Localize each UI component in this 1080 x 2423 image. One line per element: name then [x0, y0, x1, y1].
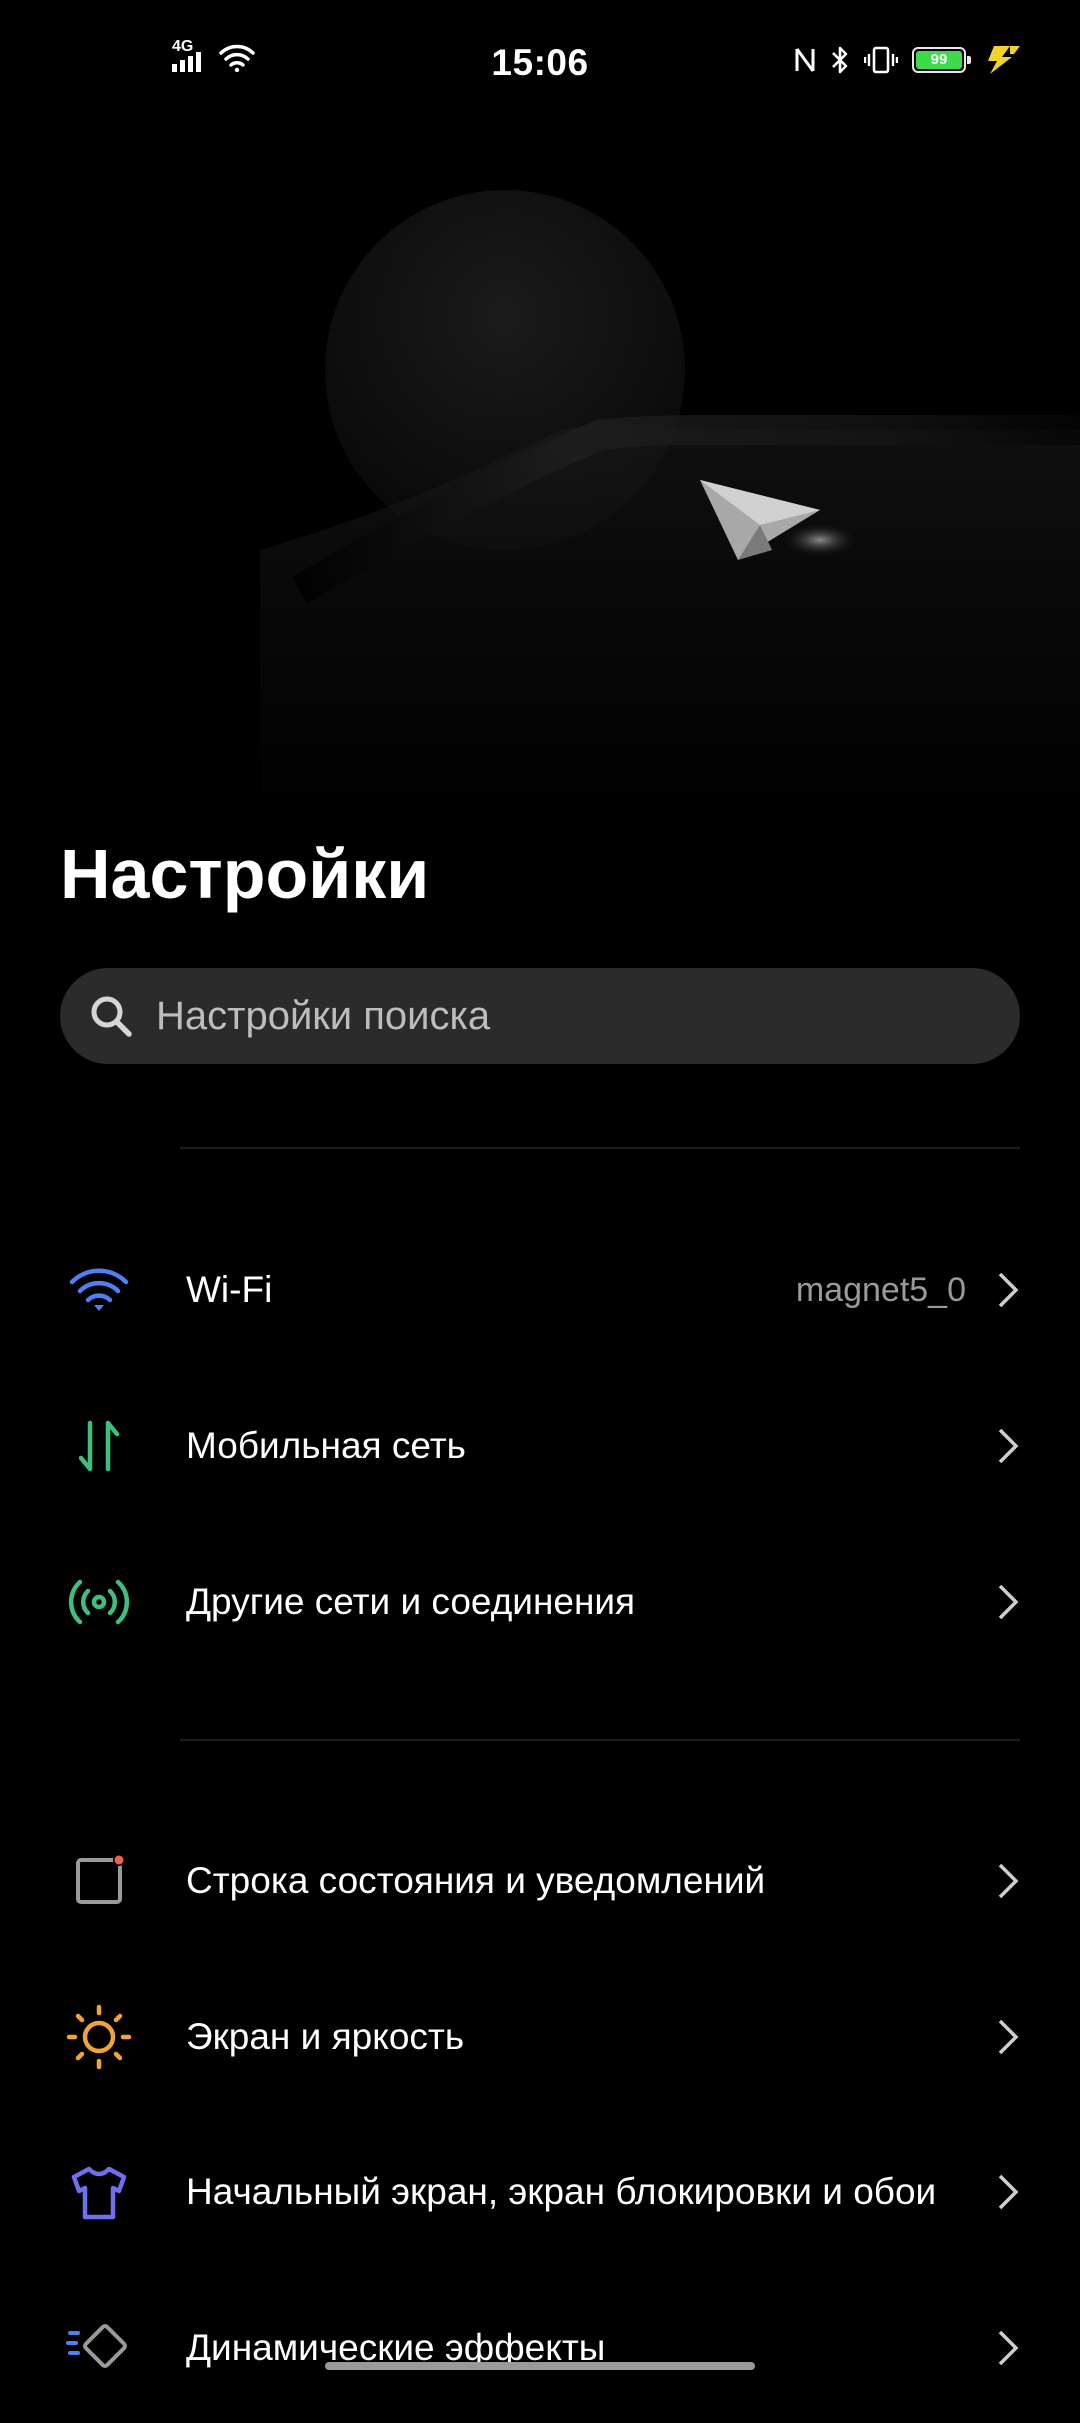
settings-item-status-bar[interactable]: Строка состояния и уведомлений: [0, 1806, 1080, 1956]
settings-item-dynamic-effects[interactable]: Динамические эффекты: [0, 2273, 1080, 2423]
wifi-icon: [64, 1255, 134, 1325]
brightness-icon: [64, 2002, 134, 2072]
chevron-right-icon: [994, 1859, 1022, 1903]
mobile-data-icon: [64, 1411, 134, 1481]
wifi-network-name: magnet5_0: [795, 1270, 966, 1309]
search-icon: [91, 996, 132, 1037]
settings-item-wifi[interactable]: Wi-Fi magnet5_0: [0, 1215, 1080, 1365]
battery-level: 99: [930, 51, 948, 68]
vibrate-icon: [864, 46, 898, 74]
status-right: 99: [794, 44, 1022, 76]
battery-icon: 99: [912, 47, 971, 73]
settings-item-label: Строка состояния и уведомлений: [186, 1860, 766, 1901]
settings-item-label: Экран и яркость: [186, 2016, 465, 2057]
chevron-right-icon: [994, 2015, 1022, 2059]
connections-icon: [64, 1567, 134, 1637]
settings-item-label: Мобильная сеть: [186, 1425, 466, 1466]
settings-item-mobile-network[interactable]: Мобильная сеть: [0, 1371, 1080, 1521]
chevron-right-icon: [994, 2326, 1022, 2370]
page-title: Настройки: [60, 835, 430, 913]
dynamic-effects-icon: [64, 2313, 134, 2383]
chevron-right-icon: [994, 1580, 1022, 1624]
chevron-right-icon: [994, 1424, 1022, 1468]
divider: [180, 1739, 1020, 1741]
settings-item-label: Wi-Fi: [186, 1269, 273, 1310]
search-input[interactable]: [156, 993, 976, 1039]
header-illustration: [0, 130, 1080, 830]
divider: [180, 1147, 1020, 1149]
settings-item-label: Другие сети и соединения: [186, 1581, 636, 1622]
settings-item-other-connections[interactable]: Другие сети и соединения: [0, 1527, 1080, 1677]
notification-icon: [64, 1846, 134, 1916]
settings-item-display[interactable]: Экран и яркость: [0, 1962, 1080, 2112]
theme-shirt-icon: [64, 2157, 134, 2227]
settings-item-home-screen[interactable]: Начальный экран, экран блокировки и обои: [0, 2117, 1080, 2267]
chevron-right-icon: [994, 2170, 1022, 2214]
bluetooth-icon: [832, 46, 848, 74]
chevron-right-icon: [994, 1268, 1022, 1312]
home-indicator[interactable]: [325, 2362, 755, 2370]
status-bar: 4G 15:06 99: [0, 0, 1080, 130]
charging-icon: [988, 46, 1020, 74]
nfc-icon: [795, 48, 815, 72]
settings-item-label: Начальный экран, экран блокировки и обои: [186, 2171, 937, 2212]
search-bar[interactable]: [60, 968, 1020, 1064]
